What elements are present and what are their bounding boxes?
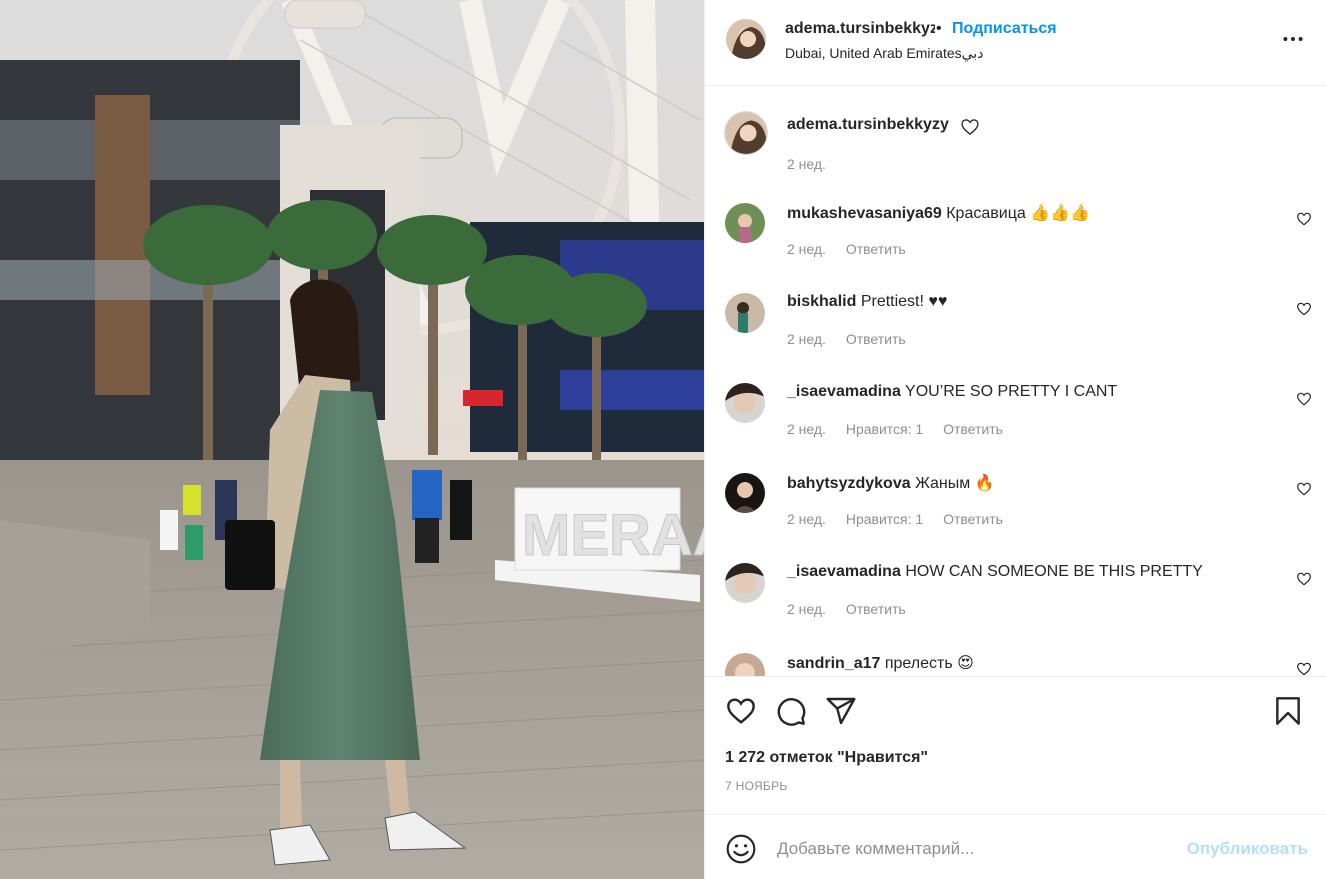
post-location[interactable]: Dubai, United Arab Emiratesدبي [785, 45, 983, 62]
comment-text-line: _isaevamadina HOW CAN SOMEONE BE THIS PR… [787, 563, 1203, 581]
comment-like-icon[interactable] [1296, 391, 1312, 407]
comment-meta: 2 нед. Ответить [787, 331, 922, 347]
comment-item: bahytsyzdykova Жаным 🔥 2 нед. Нравится: … [705, 473, 1326, 563]
comment-meta: 2 нед. Нравится: 1 Ответить [787, 511, 1019, 527]
comment-like-icon[interactable] [1296, 571, 1312, 587]
comment-text-line: bahytsyzdykova Жаным 🔥 [787, 473, 995, 493]
meraas-sign: MERAAS [522, 503, 704, 568]
likes-count[interactable]: 1 272 отметок "Нравится" [725, 749, 928, 767]
comment-input[interactable] [775, 831, 1159, 867]
reply-button[interactable]: Ответить [943, 421, 1003, 437]
more-icon[interactable] [1280, 26, 1306, 52]
comment-time: 2 нед. [787, 241, 826, 257]
post-viewer: MERAAS [0, 0, 1326, 879]
comment-text-line: mukashevasaniya69 Красавица 👍👍👍 [787, 203, 1090, 223]
add-comment-bar: Опубликовать [705, 814, 1326, 881]
commenter-avatar[interactable] [725, 563, 765, 603]
post-comment-button[interactable]: Опубликовать [1187, 839, 1308, 859]
comment-likes-count[interactable]: Нравится: 1 [846, 511, 923, 527]
comment-likes-count[interactable]: Нравится: 1 [846, 421, 923, 437]
comment-text: Красавица 👍👍👍 [946, 205, 1090, 222]
heart-icon[interactable] [725, 695, 757, 727]
comment-username[interactable]: _isaevamadina [787, 563, 901, 580]
comment-username[interactable]: _isaevamadina [787, 383, 901, 400]
post-actions: 1 272 отметок "Нравится" 7 НОЯБРЬ [705, 676, 1326, 814]
comment-text: прелесть 😍 [884, 655, 974, 672]
comment-username[interactable]: bahytsyzdykova [787, 475, 911, 492]
commenter-avatar[interactable] [725, 653, 765, 676]
comment-item: _isaevamadina YOU’RE SO PRETTY I CANT 2 … [705, 383, 1326, 473]
reply-button[interactable]: Ответить [846, 601, 906, 617]
comment-meta: 2 нед. Ответить [787, 601, 922, 617]
heart-outline-icon [961, 119, 979, 135]
comment-time: 2 нед. [787, 331, 826, 347]
comment-item: biskhalid Prettiest! ♥♥ 2 нед. Ответить [705, 293, 1326, 383]
reply-button[interactable]: Ответить [846, 331, 906, 347]
post-date[interactable]: 7 НОЯБРЬ [725, 779, 788, 793]
comment-like-icon[interactable] [1296, 211, 1312, 227]
comment-icon[interactable] [775, 695, 807, 727]
comment-time: 2 нед. [787, 511, 826, 527]
comment-item: _isaevamadina HOW CAN SOMEONE BE THIS PR… [705, 563, 1326, 653]
reply-button[interactable]: Ответить [846, 241, 906, 257]
comment-meta: 2 нед. Нравится: 1 Ответить [787, 421, 1019, 437]
comment-username[interactable]: biskhalid [787, 293, 856, 310]
comment-text: Жаным 🔥 [915, 475, 995, 492]
post-sidebar: adema.tursinbekkyzy • Подписаться Dubai,… [704, 0, 1326, 879]
comment-meta: 2 нед. Ответить [787, 241, 922, 257]
follow-button[interactable]: Подписаться [952, 20, 1057, 38]
comment-username[interactable]: mukashevasaniya69 [787, 205, 942, 222]
photo-scene: MERAAS [0, 0, 704, 879]
comment-like-icon[interactable] [1296, 301, 1312, 317]
separator-dot: • [936, 20, 942, 37]
comment-username[interactable]: sandrin_a17 [787, 655, 880, 672]
comment-text-line: biskhalid Prettiest! ♥♥ [787, 293, 947, 311]
commenter-avatar[interactable] [725, 473, 765, 513]
comment-text: YOU’RE SO PRETTY I CANT [905, 383, 1118, 400]
comment-text-line: _isaevamadina YOU’RE SO PRETTY I CANT [787, 383, 1117, 401]
comment-like-icon[interactable] [1296, 481, 1312, 497]
comment-text: HOW CAN SOMEONE BE THIS PRETTY [905, 563, 1203, 580]
caption-avatar[interactable] [725, 112, 767, 154]
reply-button[interactable]: Ответить [943, 511, 1003, 527]
commenter-avatar[interactable] [725, 293, 765, 333]
author-username[interactable]: adema.tursinbekkyzy [785, 20, 935, 38]
bookmark-icon[interactable] [1272, 695, 1304, 727]
emoji-icon[interactable] [725, 833, 757, 865]
commenter-avatar[interactable] [725, 203, 765, 243]
comment-text-line: sandrin_a17 прелесть 😍 [787, 653, 974, 673]
comment-like-icon[interactable] [1296, 661, 1312, 676]
caption-time: 2 нед. [787, 156, 826, 172]
comment-item: sandrin_a17 прелесть 😍 [705, 653, 1326, 676]
comments-list[interactable]: adema.tursinbekkyzy 2 нед. mukashevasani… [705, 86, 1326, 676]
comment-text: Prettiest! ♥♥ [860, 293, 948, 310]
share-icon[interactable] [825, 695, 857, 727]
author-avatar[interactable] [726, 19, 766, 59]
comment-time: 2 нед. [787, 421, 826, 437]
post-photo[interactable]: MERAAS [0, 0, 704, 879]
caption-username[interactable]: adema.tursinbekkyzy [787, 116, 949, 134]
comment-time: 2 нед. [787, 601, 826, 617]
comment-item: mukashevasaniya69 Красавица 👍👍👍 2 нед. О… [705, 203, 1326, 293]
commenter-avatar[interactable] [725, 383, 765, 423]
post-header: adema.tursinbekkyzy • Подписаться Dubai,… [705, 0, 1326, 86]
